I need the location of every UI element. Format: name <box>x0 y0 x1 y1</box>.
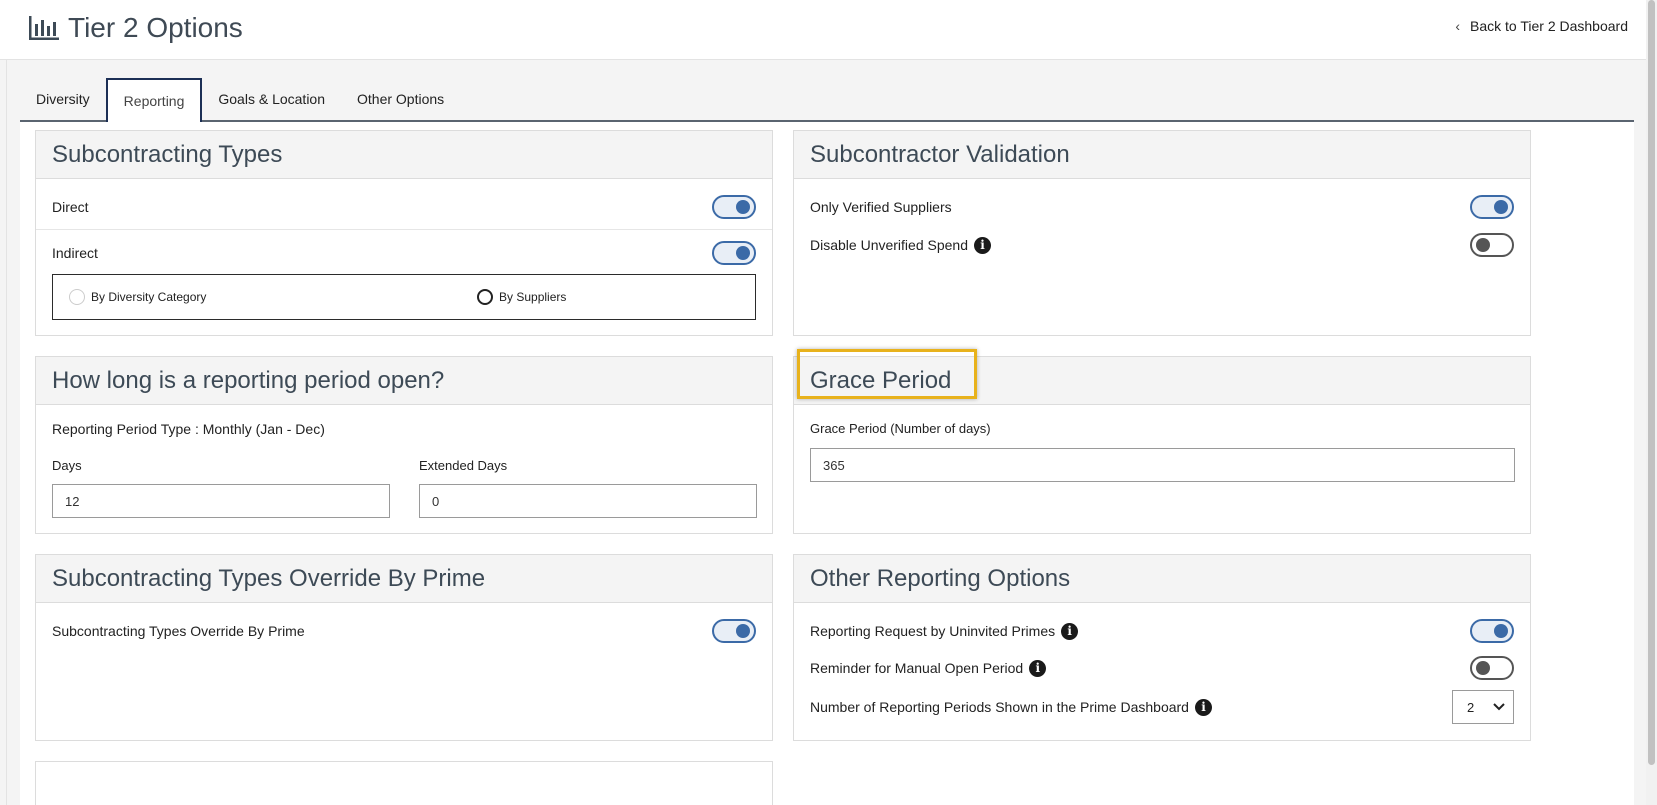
tab-panel: Subcontracting Types Direct Indirect By … <box>20 122 1634 805</box>
override-by-prime-row: Subcontracting Types Override By Prime <box>52 619 756 643</box>
manual-reminder-toggle[interactable] <box>1470 656 1514 680</box>
card-title: Subcontracting Types <box>52 140 283 168</box>
uninvited-primes-label-wrap: Reporting Request by Uninvited Primes i <box>810 622 1079 640</box>
periods-shown-label-wrap: Number of Reporting Periods Shown in the… <box>810 698 1212 716</box>
tab-diversity[interactable]: Diversity <box>20 78 106 120</box>
indirect-toggle[interactable] <box>712 241 756 265</box>
info-icon[interactable]: i <box>1194 698 1212 716</box>
card-title: Subcontractor Validation <box>810 140 1070 168</box>
next-card <box>35 761 773 805</box>
card-title: How long is a reporting period open? <box>52 366 445 394</box>
direct-toggle[interactable] <box>712 195 756 219</box>
subcontracting-types-card: Subcontracting Types Direct Indirect By … <box>35 130 773 336</box>
indirect-options-group: By Diversity Category By Suppliers <box>52 274 756 320</box>
by-suppliers-label: By Suppliers <box>499 290 567 304</box>
manual-reminder-label: Reminder for Manual Open Period <box>810 660 1024 676</box>
indirect-label: Indirect <box>52 245 98 261</box>
days-label: Days <box>52 458 82 473</box>
disable-unverified-row: Disable Unverified Spend i <box>810 233 1514 257</box>
tab-goals-location[interactable]: Goals & Location <box>202 78 341 120</box>
override-by-prime-toggle[interactable] <box>712 619 756 643</box>
grace-period-highlight <box>797 349 977 399</box>
reporting-period-card: How long is a reporting period open? Rep… <box>35 356 773 534</box>
extended-days-input[interactable]: 0 <box>419 484 757 518</box>
radio-button[interactable] <box>477 289 493 305</box>
indirect-row: Indirect <box>52 241 756 265</box>
reporting-period-type-text: Reporting Period Type : Monthly (Jan - D… <box>52 421 325 437</box>
uninvited-primes-toggle[interactable] <box>1470 619 1514 643</box>
periods-shown-label: Number of Reporting Periods Shown in the… <box>810 699 1189 715</box>
info-icon[interactable]: i <box>1061 622 1079 640</box>
disable-unverified-label-wrap: Disable Unverified Spend i <box>810 236 991 254</box>
periods-shown-value: 2 <box>1467 699 1475 715</box>
periods-shown-select[interactable]: 2 <box>1452 690 1514 724</box>
only-verified-row: Only Verified Suppliers <box>810 195 1514 219</box>
by-diversity-category-option[interactable]: By Diversity Category <box>69 289 206 305</box>
back-link-label: Back to Tier 2 Dashboard <box>1470 18 1628 34</box>
bar-chart-icon <box>29 16 59 40</box>
periods-shown-row: Number of Reporting Periods Shown in the… <box>810 690 1514 724</box>
divider <box>36 229 772 230</box>
tab-bar: Diversity Reporting Goals & Location Oth… <box>20 78 1634 122</box>
override-by-prime-card: Subcontracting Types Override By Prime S… <box>35 554 773 741</box>
by-suppliers-option[interactable]: By Suppliers <box>477 289 566 305</box>
page-title-text: Tier 2 Options <box>68 12 243 43</box>
direct-label: Direct <box>52 199 89 215</box>
tab-reporting[interactable]: Reporting <box>105 78 203 122</box>
uninvited-primes-label: Reporting Request by Uninvited Primes <box>810 623 1056 639</box>
other-reporting-options-card: Other Reporting Options Reporting Reques… <box>793 554 1531 741</box>
only-verified-label: Only Verified Suppliers <box>810 199 952 215</box>
tab-other-options[interactable]: Other Options <box>341 78 460 120</box>
grace-period-input[interactable]: 365 <box>810 448 1515 482</box>
manual-reminder-row: Reminder for Manual Open Period i <box>810 656 1514 680</box>
by-diversity-category-label: By Diversity Category <box>91 290 207 304</box>
info-icon[interactable]: i <box>1029 659 1047 677</box>
chevron-left-icon: ‹ <box>1455 18 1461 34</box>
card-title: Other Reporting Options <box>810 564 1071 592</box>
days-input[interactable]: 12 <box>52 484 390 518</box>
uninvited-primes-row: Reporting Request by Uninvited Primes i <box>810 619 1514 643</box>
override-by-prime-label: Subcontracting Types Override By Prime <box>52 623 305 639</box>
page-title: Tier 2 Options <box>28 12 243 44</box>
card-title: Subcontracting Types Override By Prime <box>52 564 486 592</box>
manual-reminder-label-wrap: Reminder for Manual Open Period i <box>810 659 1047 677</box>
back-to-dashboard-link[interactable]: ‹ Back to Tier 2 Dashboard <box>1455 18 1628 34</box>
radio-button[interactable] <box>69 289 85 305</box>
grace-period-label: Grace Period (Number of days) <box>810 421 991 436</box>
scrollbar-thumb[interactable] <box>1648 0 1655 765</box>
top-bar: Tier 2 Options ‹ Back to Tier 2 Dashboar… <box>0 0 1646 60</box>
chevron-down-icon <box>1493 703 1505 711</box>
only-verified-toggle[interactable] <box>1470 195 1514 219</box>
extended-days-label: Extended Days <box>419 458 508 473</box>
info-icon[interactable]: i <box>973 236 991 254</box>
disable-unverified-toggle[interactable] <box>1470 233 1514 257</box>
disable-unverified-label: Disable Unverified Spend <box>810 237 968 253</box>
direct-row: Direct <box>52 195 756 219</box>
subcontractor-validation-card: Subcontractor Validation Only Verified S… <box>793 130 1531 336</box>
page-scrollbar[interactable] <box>1646 0 1657 805</box>
